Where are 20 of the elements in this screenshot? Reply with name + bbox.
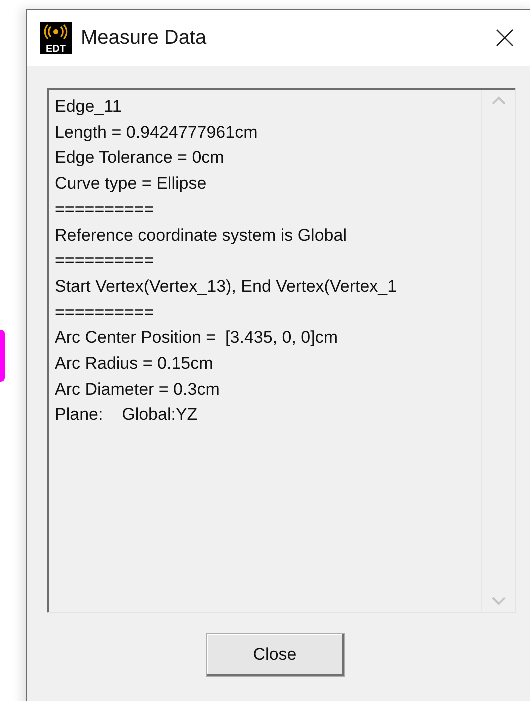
scroll-down-icon[interactable] (490, 596, 506, 606)
text-line: Reference coordinate system is Global (55, 224, 347, 247)
text-line: Plane: Global:YZ (55, 404, 198, 426)
text-line: Arc Center Position = [3.435, 0, 0]cm (55, 327, 338, 350)
text-line: Edge_11 (55, 96, 122, 118)
text-line: Arc Radius = 0.15cm (55, 353, 214, 376)
app-logo: EDT (40, 22, 72, 54)
text-line: Length = 0.9424777961cm (55, 122, 258, 144)
text-line: Edge Tolerance = 0cm (55, 147, 224, 170)
window-title: Measure Data (81, 26, 207, 51)
text-line: Curve type = Ellipse (55, 173, 207, 196)
text-line: ========== (55, 250, 154, 272)
close-button[interactable]: Close (206, 633, 344, 677)
text-line: ========== (55, 302, 154, 324)
scroll-up-icon[interactable] (490, 96, 506, 106)
text-area[interactable] (47, 88, 516, 613)
text-line: ========== (55, 198, 154, 221)
text-line: Start Vertex(Vertex_13), End Vertex(Vertex_1 (55, 276, 398, 298)
background-shape (0, 330, 5, 382)
text-line: Arc Diameter = 0.3cm (55, 378, 220, 401)
